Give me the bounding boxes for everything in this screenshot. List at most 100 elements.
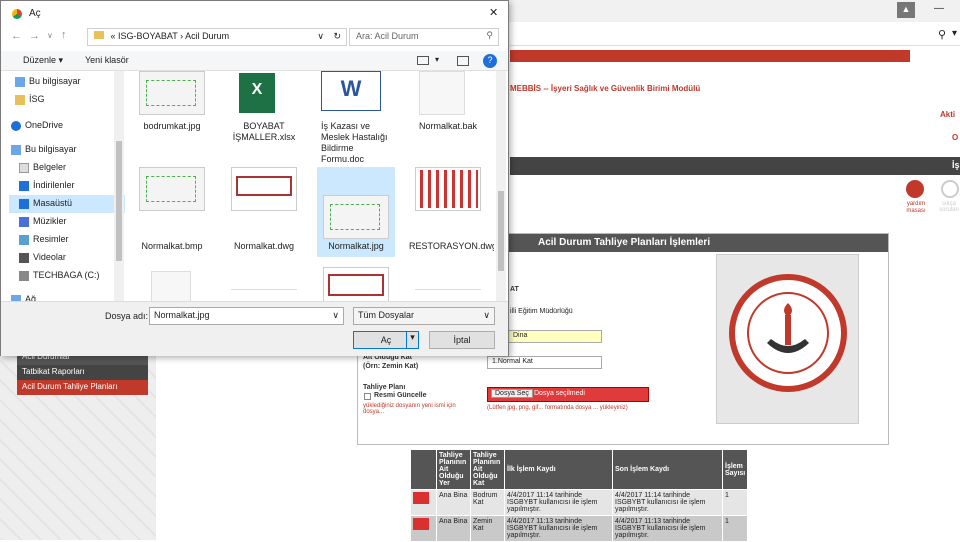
file-select-button[interactable]: Dosya Seç bbox=[491, 389, 533, 398]
file-picker[interactable]: Dosya Seç Dosya seçilmedi bbox=[487, 387, 649, 402]
faq-label[interactable]: sıkça sorulan bbox=[934, 201, 960, 213]
split-dropdown-icon[interactable]: ▾ bbox=[406, 332, 418, 348]
search-icon[interactable]: ⚲ bbox=[938, 28, 946, 41]
nav-item-selected[interactable]: Masaüstü bbox=[9, 195, 125, 213]
videos-icon bbox=[19, 253, 29, 263]
path-segment[interactable]: ISG-BOYABAT bbox=[118, 31, 178, 41]
table-header: Tahliye Planının Ait Olduğu Yer bbox=[436, 449, 471, 490]
folder-icon[interactable] bbox=[410, 489, 437, 516]
close-button[interactable]: ✕ bbox=[489, 6, 498, 19]
pictures-icon bbox=[19, 235, 29, 245]
search-input[interactable]: Ara: Acil Durum ⚲ bbox=[349, 28, 499, 46]
nav-item-label: Videolar bbox=[33, 252, 66, 262]
scroll-thumb[interactable] bbox=[498, 191, 504, 271]
file-list: bodrumkat.jpg X BOYABAT İŞMALLER.xlsx W … bbox=[129, 71, 494, 301]
search-icon[interactable]: ⚲ bbox=[486, 30, 493, 41]
excel-icon: X bbox=[239, 73, 275, 113]
nav-item[interactable]: OneDrive bbox=[11, 117, 119, 135]
minimize-button[interactable]: — bbox=[934, 3, 944, 14]
chevron-down-icon[interactable]: ∨ bbox=[332, 310, 339, 321]
chevron-down-icon[interactable]: ∨ bbox=[483, 310, 490, 321]
filename-input[interactable]: Normalkat.jpg ∨ bbox=[149, 307, 344, 325]
nav-item[interactable]: Belgeler bbox=[19, 159, 125, 177]
file-item[interactable] bbox=[129, 271, 215, 301]
view-options-icon[interactable] bbox=[417, 56, 429, 65]
new-folder-button[interactable]: Yeni klasör bbox=[85, 55, 129, 65]
up-arrow-icon[interactable]: ↑ bbox=[61, 29, 67, 41]
image-thumbnail bbox=[139, 71, 205, 115]
file-scrollbar[interactable] bbox=[496, 71, 506, 301]
refresh-icon[interactable]: ↻ bbox=[333, 31, 341, 42]
path-segment[interactable]: Acil Durum bbox=[185, 31, 229, 41]
site-top-bar bbox=[510, 50, 910, 62]
address-bar[interactable] bbox=[510, 22, 960, 46]
nav-item[interactable]: Videolar bbox=[19, 249, 125, 267]
file-item[interactable]: RESTORASYON.dwg bbox=[405, 167, 494, 263]
path-separator: › bbox=[180, 31, 184, 41]
preview-pane-icon[interactable] bbox=[457, 56, 469, 66]
file-item[interactable]: Normalkat.dwg bbox=[221, 167, 307, 263]
nav-scrollbar[interactable] bbox=[114, 71, 124, 301]
nav-item-label: Belgeler bbox=[33, 162, 67, 172]
file-item[interactable]: W İş Kazası ve Meslek Hastalığı Bildirme… bbox=[313, 71, 399, 167]
table-cell: 4/4/2017 11:14 tarihinde ISGBYBT kullanı… bbox=[504, 489, 613, 516]
file-name: bodrumkat.jpg bbox=[143, 121, 201, 131]
nav-item[interactable]: Ağ bbox=[11, 291, 119, 301]
help-desk-label[interactable]: yardım masası bbox=[898, 201, 934, 215]
site-header: MEBBİS -- İşyeri Sağlık ve Güvenlik Biri… bbox=[510, 84, 701, 93]
dwg-thumbnail bbox=[231, 167, 297, 211]
file-item[interactable]: Normalkat.bak bbox=[405, 71, 491, 167]
file-item-selected[interactable]: Normalkat.jpg bbox=[317, 167, 395, 257]
plans-table: Tahliye Planının Ait Olduğu Yer Tahliye … bbox=[410, 449, 749, 542]
table-cell: Ana Bina bbox=[436, 515, 471, 542]
nav-item[interactable]: İndirilenler bbox=[19, 177, 125, 195]
nav-item[interactable]: Müzikler bbox=[19, 213, 125, 231]
nav-item[interactable]: Bu bilgisayar bbox=[11, 141, 119, 159]
dialog-navbar: ← → ∨ ↑ « ISG-BOYABAT › Acil Durum ↻ ∨ A… bbox=[1, 27, 508, 49]
table-cell: Ana Bina bbox=[436, 489, 471, 516]
dwg-thumbnail bbox=[323, 267, 389, 301]
faq-icon[interactable] bbox=[941, 180, 959, 198]
menu-item-tahliye-planlari[interactable]: Acil Durum Tahliye Planları bbox=[17, 380, 148, 395]
nav-item[interactable]: Resimler bbox=[19, 231, 125, 249]
search-placeholder: Ara: Acil Durum bbox=[356, 31, 419, 41]
chevron-down-icon[interactable]: ∨ bbox=[47, 31, 53, 40]
file-item[interactable] bbox=[405, 289, 491, 301]
kat-input[interactable]: 1.Normal Kat bbox=[487, 356, 602, 369]
forward-arrow-icon[interactable]: → bbox=[29, 30, 40, 42]
folder-icon[interactable] bbox=[410, 515, 437, 542]
file-item[interactable]: bodrumkat.jpg bbox=[129, 71, 215, 167]
kat-hint: (Örn: Zemin Kat) bbox=[363, 363, 419, 370]
drive-icon bbox=[19, 271, 29, 281]
avatar-icon[interactable]: ▲ bbox=[897, 2, 915, 18]
scroll-thumb[interactable] bbox=[116, 141, 122, 261]
chevron-down-icon[interactable]: ▾ bbox=[952, 28, 957, 39]
cancel-button[interactable]: İptal bbox=[429, 331, 495, 349]
file-type-select[interactable]: Tüm Dosyalar ∨ bbox=[353, 307, 495, 325]
open-button[interactable]: Aç ▾ bbox=[353, 331, 419, 349]
back-arrow-icon[interactable]: ← bbox=[11, 30, 22, 42]
bina-input[interactable]: Dina bbox=[508, 330, 602, 343]
nav-item-label: İSG bbox=[29, 94, 45, 104]
resmi-label: Resmi Güncelle bbox=[374, 392, 427, 399]
chevron-down-icon[interactable]: ∨ bbox=[317, 31, 324, 42]
nav-item-label: TECHBAGA (C:) bbox=[33, 270, 100, 280]
menu-item-tatbikat[interactable]: Tatbikat Raporları bbox=[17, 365, 148, 380]
chevron-down-icon[interactable]: ▾ bbox=[435, 55, 439, 64]
nav-item[interactable]: TECHBAGA (C:) bbox=[19, 267, 125, 285]
file-item[interactable] bbox=[221, 289, 307, 301]
path-bar[interactable]: « ISG-BOYABAT › Acil Durum ↻ ∨ bbox=[87, 28, 347, 46]
file-item[interactable] bbox=[313, 267, 399, 301]
organize-button[interactable]: Düzenle ▾ bbox=[23, 55, 63, 66]
file-item[interactable]: Normalkat.bmp bbox=[129, 167, 215, 263]
dialog-footer: Dosya adı: Normalkat.jpg ∨ Tüm Dosyalar … bbox=[1, 301, 508, 356]
table-header: İlk İşlem Kaydı bbox=[504, 449, 613, 490]
help-icon[interactable]: ? bbox=[483, 54, 497, 68]
file-item[interactable]: X BOYABAT İŞMALLER.xlsx bbox=[221, 71, 307, 167]
nav-item[interactable]: Bu bilgisayar bbox=[15, 73, 123, 91]
resmi-checkbox[interactable] bbox=[364, 393, 371, 400]
download-icon bbox=[19, 181, 29, 191]
image-thumbnail bbox=[415, 289, 481, 301]
nav-item[interactable]: İSG bbox=[15, 91, 123, 109]
help-desk-icon[interactable] bbox=[906, 180, 924, 198]
